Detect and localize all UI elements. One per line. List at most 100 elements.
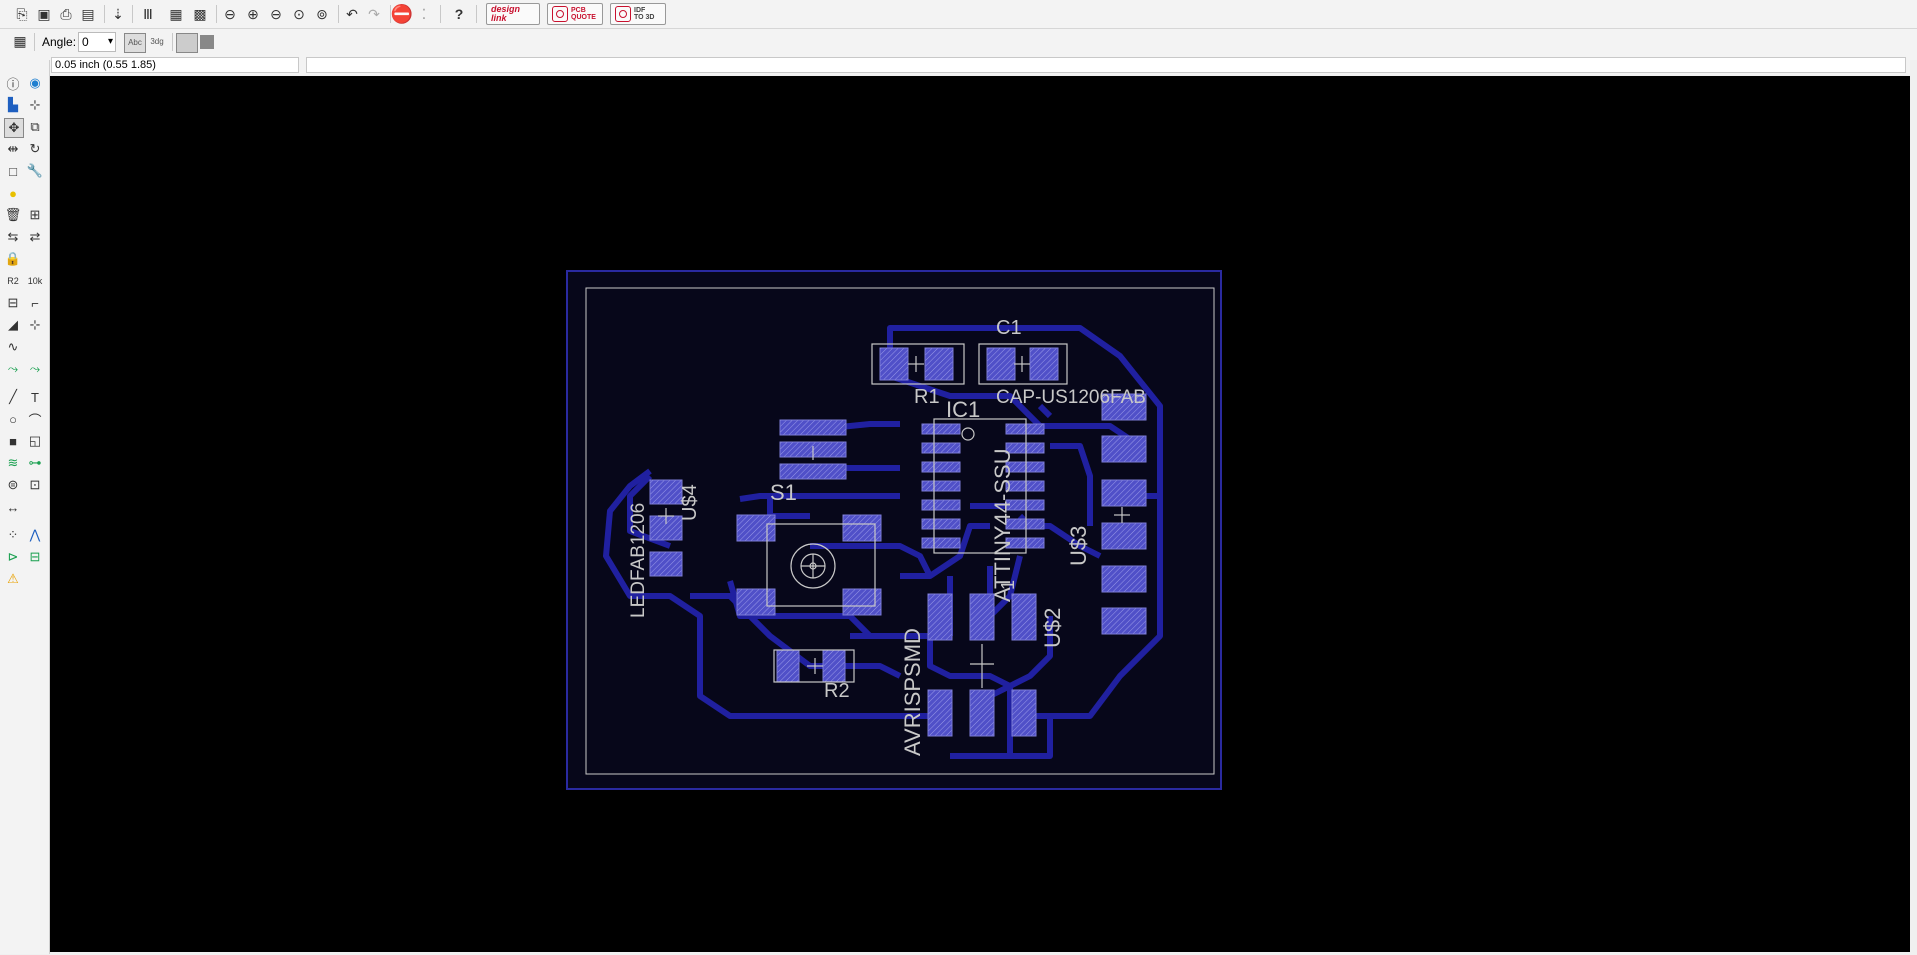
- delete-icon[interactable]: 🗑: [4, 206, 22, 224]
- idf-line1: IDF: [634, 7, 646, 14]
- zoom-redraw-icon[interactable]: ⊙: [289, 4, 309, 24]
- display-icon[interactable]: ▙: [4, 96, 22, 114]
- label-u3: U$3: [1066, 526, 1091, 566]
- angle-select[interactable]: 0: [78, 32, 116, 52]
- save-icon[interactable]: ▣: [34, 4, 54, 24]
- pinswap-icon[interactable]: ⇄: [26, 228, 44, 246]
- layout-mode-icon[interactable]: [176, 33, 198, 53]
- board-canvas[interactable]: C1 R1 CAP-US1206FAB IC1 S1 R2 ATTINY44-S…: [50, 76, 1910, 952]
- dimension-icon[interactable]: ↔: [4, 498, 22, 516]
- info-icon[interactable]: ⓘ: [4, 74, 22, 92]
- tool-palette: ⓘ ◉ ▙ ⊹ ✥ ⧉ ⇹ ↻ □ 🔧 ● 🗑 ⊞ ⇆ ⇄ 🔒 R2 10k ⊟…: [0, 60, 50, 954]
- lock-icon[interactable]: 🔒: [4, 250, 22, 268]
- label-u2: U$2: [1040, 608, 1065, 648]
- add-icon[interactable]: ⊞: [26, 206, 44, 224]
- coordinate-readout: 0.05 inch (0.55 1.85): [51, 57, 299, 73]
- label-r1: R1: [914, 386, 940, 408]
- hole-icon[interactable]: ⊜: [4, 476, 22, 494]
- layout-mode-alt-icon[interactable]: [200, 35, 214, 49]
- text-style-vector-label: Abc: [128, 38, 142, 47]
- ulp-icon[interactable]: Ⅲ: [138, 4, 158, 24]
- parameter-toolbar: ▦: [0, 29, 1917, 56]
- label-ic1: IC1: [946, 397, 980, 422]
- design-link-line2: link: [491, 13, 507, 23]
- text-style-vector-button[interactable]: Abc: [124, 33, 146, 53]
- move-icon[interactable]: ✥: [4, 118, 24, 138]
- sch-icon[interactable]: ▦: [166, 4, 186, 24]
- via-icon[interactable]: ≋: [4, 454, 22, 472]
- text-icon[interactable]: T: [26, 388, 44, 406]
- angle-label: Angle:: [42, 35, 77, 49]
- paste-icon[interactable]: ●: [4, 184, 22, 202]
- copy-icon[interactable]: ⧉: [26, 118, 44, 136]
- label-c1: C1: [996, 317, 1022, 339]
- zoom-in-icon[interactable]: ⊕: [243, 4, 263, 24]
- text-style-proportional-label: 3dg: [150, 37, 164, 46]
- grid-icon[interactable]: ▦: [10, 31, 30, 51]
- meander-icon[interactable]: ∿: [4, 338, 22, 356]
- label-r2: R2: [824, 680, 850, 702]
- route-icon[interactable]: ⤳: [4, 360, 22, 378]
- board-icon[interactable]: ▩: [190, 4, 210, 24]
- drc-icon[interactable]: ⊳: [4, 548, 22, 566]
- attribute-icon[interactable]: ⊡: [26, 476, 44, 494]
- command-input[interactable]: [306, 57, 1906, 73]
- ratsnest-icon[interactable]: ⁘: [4, 526, 22, 544]
- text-style-proportional-button[interactable]: 3dg: [147, 33, 167, 51]
- design-link-button[interactable]: design link: [486, 3, 540, 25]
- signal-icon[interactable]: ⊶: [26, 454, 44, 472]
- main-toolbar: ⎘ ▣ ⎙ ▤ ⇣ Ⅲ ▦ ▩ ⊖ ⊕ ⊖ ⊙ ⊚ ↶ ↷ ⛔ ⁚ ? desi…: [0, 0, 1917, 29]
- pcb-quote-icon: [552, 6, 568, 22]
- zoom-out-icon[interactable]: ⊖: [266, 4, 286, 24]
- route-diff-icon[interactable]: ⤳: [26, 360, 44, 378]
- errors-icon[interactable]: ⚠: [4, 570, 22, 588]
- idf-to-3d-button[interactable]: IDF TO 3D: [610, 3, 666, 25]
- rotate-icon[interactable]: ↻: [26, 140, 44, 158]
- pcb-quote-line1: PCB: [571, 7, 586, 14]
- wrench-icon[interactable]: 🔧: [26, 162, 44, 180]
- zoom-select-icon[interactable]: ⊚: [312, 4, 332, 24]
- undo-icon[interactable]: ↶: [342, 4, 362, 24]
- optimize-icon[interactable]: ◢: [4, 316, 22, 334]
- label-cap: CAP-US1206FAB: [996, 387, 1146, 408]
- ripup-icon[interactable]: ⊹: [26, 316, 44, 334]
- print-icon[interactable]: ⎙: [56, 4, 76, 24]
- polygon-icon[interactable]: ◱: [26, 432, 44, 450]
- idf-icon: [615, 6, 631, 22]
- cam-icon[interactable]: ▤: [78, 4, 98, 24]
- go-icon[interactable]: ⁚: [414, 4, 434, 24]
- pcb-quote-line2: QUOTE: [571, 14, 596, 21]
- show-icon[interactable]: ◉: [26, 74, 44, 92]
- line-icon[interactable]: ╱: [4, 388, 22, 406]
- arc-icon[interactable]: ⌒: [26, 410, 44, 428]
- mirror-icon[interactable]: ⇹: [4, 140, 22, 158]
- script-icon[interactable]: ⇣: [108, 4, 128, 24]
- vertical-scrollbar[interactable]: [1910, 60, 1917, 954]
- label-pin1: 1: [998, 580, 1018, 590]
- value-icon[interactable]: 10k: [26, 272, 44, 290]
- rect-icon[interactable]: ■: [4, 432, 22, 450]
- idf-line2: TO 3D: [634, 14, 655, 21]
- stop-icon[interactable]: ⛔: [391, 4, 413, 24]
- angle-value: 0: [82, 35, 89, 49]
- zoom-fit-icon[interactable]: ⊖: [220, 4, 240, 24]
- label-ledfab: LEDFAB1206: [628, 503, 649, 618]
- open-file-icon[interactable]: ⎘: [12, 4, 32, 24]
- erc-icon[interactable]: ⊟: [26, 548, 44, 566]
- split-icon[interactable]: ⊟: [4, 294, 22, 312]
- help-icon[interactable]: ?: [449, 4, 469, 24]
- mark-icon[interactable]: ⊹: [26, 96, 44, 114]
- label-u4: U$4: [679, 484, 701, 521]
- autorouter-icon[interactable]: ⋀: [26, 526, 44, 544]
- label-avrisp: AVRISPSMD: [900, 628, 925, 756]
- circle-icon[interactable]: ○: [4, 410, 22, 428]
- pcb-board[interactable]: C1 R1 CAP-US1206FAB IC1 S1 R2 ATTINY44-S…: [50, 76, 1910, 952]
- pcb-quote-button[interactable]: PCB QUOTE: [547, 3, 603, 25]
- name-icon[interactable]: R2: [4, 272, 22, 290]
- redo-icon[interactable]: ↷: [364, 4, 384, 24]
- replace-icon[interactable]: ⇆: [4, 228, 22, 246]
- label-attiny: ATTINY44-SSU: [990, 448, 1015, 602]
- label-s1: S1: [770, 480, 797, 505]
- group-icon[interactable]: □: [4, 162, 22, 180]
- miter-icon[interactable]: ⌐: [26, 294, 44, 312]
